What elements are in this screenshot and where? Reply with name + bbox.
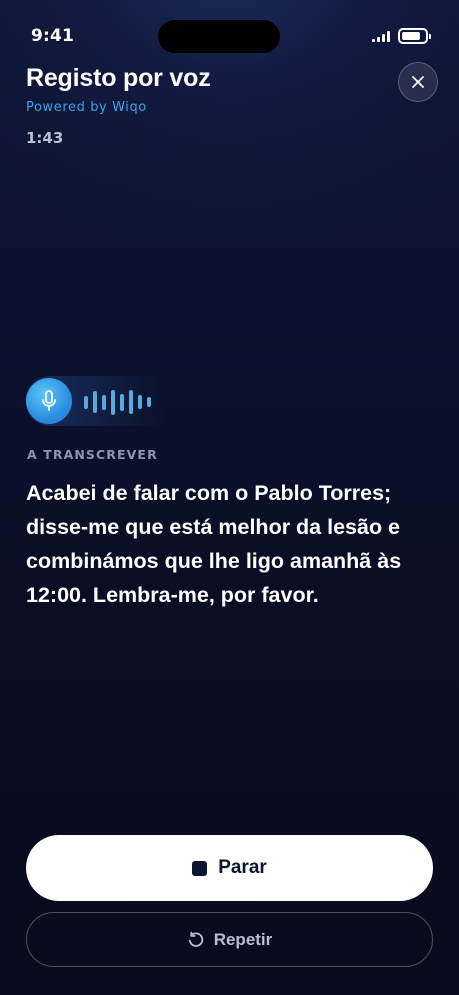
waveform-bar [111,390,115,415]
status-time: 9:41 [31,26,75,46]
waveform-bar [102,395,106,410]
stop-icon [192,860,208,876]
microphone-icon [42,390,56,411]
audio-waveform [84,386,164,416]
transcript-text: Acabei de falar com o Pablo Torres; diss… [26,481,402,607]
microphone-button[interactable] [26,378,72,424]
battery-icon [398,28,431,44]
refresh-icon [188,931,203,947]
voice-log-screen: 9:41 Registo por voz Powered by Wiqo 1:4… [0,0,459,995]
close-button[interactable] [398,62,438,102]
repeat-button[interactable]: Repetir [26,912,433,967]
recording-timer: 1:43 [26,129,64,147]
waveform-bar [138,395,142,409]
repeat-button-label: Repetir [213,929,273,949]
waveform-bar [93,391,97,413]
waveform-bar [147,397,151,407]
waveform-bar [129,390,133,414]
stop-button[interactable]: Parar [26,835,433,901]
signal-icon [372,30,390,42]
stop-button-label: Parar [218,857,267,878]
page-title: Registo por voz [26,64,211,92]
waveform-bar [120,394,124,411]
close-icon [412,76,424,88]
powered-by-label: Powered by Wiqo [26,100,147,115]
waveform-bar [84,396,88,409]
dynamic-island [158,20,280,53]
transcribing-label: A TRANSCREVER [27,447,158,462]
